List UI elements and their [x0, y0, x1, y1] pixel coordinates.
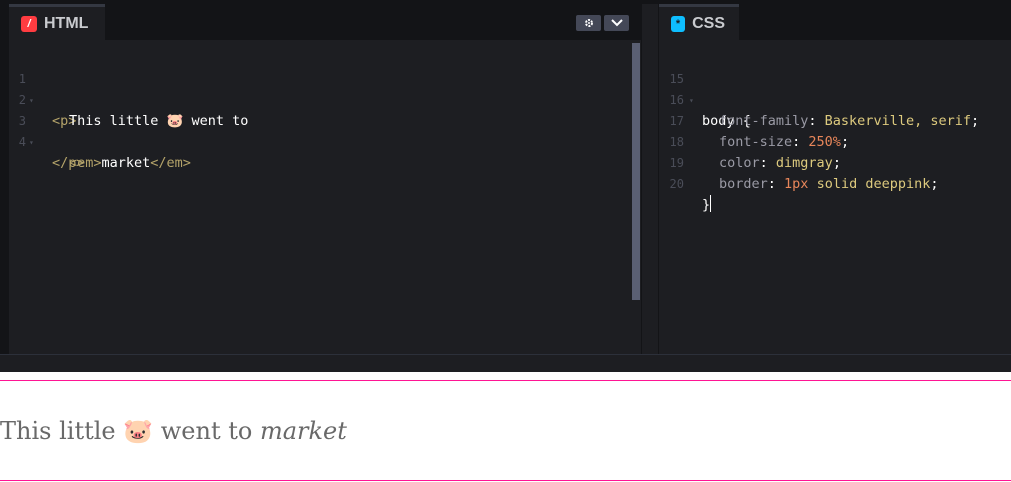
html-tab[interactable]: / HTML [9, 4, 105, 40]
gear-icon[interactable] [576, 15, 601, 31]
preview-text: went to [153, 417, 260, 445]
vertical-scrollbar[interactable] [632, 43, 640, 300]
code-line: 4 </p> [9, 111, 641, 171]
html-settings-group [576, 15, 629, 31]
pig-emoji: 🐷 [123, 417, 154, 445]
preview-body: This little 🐷 went to market [0, 380, 1011, 481]
css-code[interactable]: 15 ▾ body { 16 font-family: Baskerville,… [659, 48, 1011, 213]
css-editor-pane[interactable]: * CSS 15 ▾ body { 16 font-family: Basker… [659, 4, 1011, 354]
preview-emphasis: market [259, 417, 347, 445]
code-line: 2 This little 🐷 went to [9, 69, 641, 129]
code-line: 15 ▾ body { [659, 48, 1011, 129]
chevron-down-icon[interactable] [604, 15, 629, 31]
css-tab[interactable]: * CSS [659, 4, 739, 40]
code-text: } [702, 195, 712, 213]
left-edge [0, 0, 9, 354]
html-tab-label: HTML [44, 14, 89, 32]
preview-text: This little [0, 417, 124, 445]
code-line: 18 color: dimgray; [659, 111, 1011, 171]
code-line: 3 ▾ <em>market</em> [9, 90, 641, 171]
code-line: 16 font-family: Baskerville, serif; [659, 69, 1011, 129]
line-number: 4 [18, 135, 26, 149]
css-icon: * [671, 15, 686, 32]
css-tab-label: CSS [692, 14, 725, 32]
code-line: 20 } [659, 153, 1011, 213]
css-tabbar: * CSS [659, 4, 1011, 40]
html-code[interactable]: 1 ▾ <p> 2 This little 🐷 went to 3 ▾ <em>… [9, 48, 641, 171]
editor-bottom-bar [0, 354, 1011, 372]
editor-area: / HTML 1 ▾ <p> 2 This little 🐷 went to 3… [0, 0, 1011, 372]
preview-pane: This little 🐷 went to market [0, 380, 1011, 482]
text-cursor [710, 195, 712, 212]
html-tabbar: / HTML [9, 4, 641, 40]
code-text: </p> [52, 155, 85, 171]
html-icon: / [21, 15, 37, 32]
line-number: 20 [669, 177, 684, 191]
code-line: 1 ▾ <p> [9, 48, 641, 129]
html-editor-pane[interactable]: / HTML 1 ▾ <p> 2 This little 🐷 went to 3… [9, 4, 641, 354]
code-text: border: 1px solid deeppink; [719, 176, 939, 192]
code-line: 17 font-size: 250%; [659, 90, 1011, 150]
code-text: <em>market</em> [69, 155, 191, 171]
code-line: 19 border: 1px solid deeppink; [659, 132, 1011, 192]
